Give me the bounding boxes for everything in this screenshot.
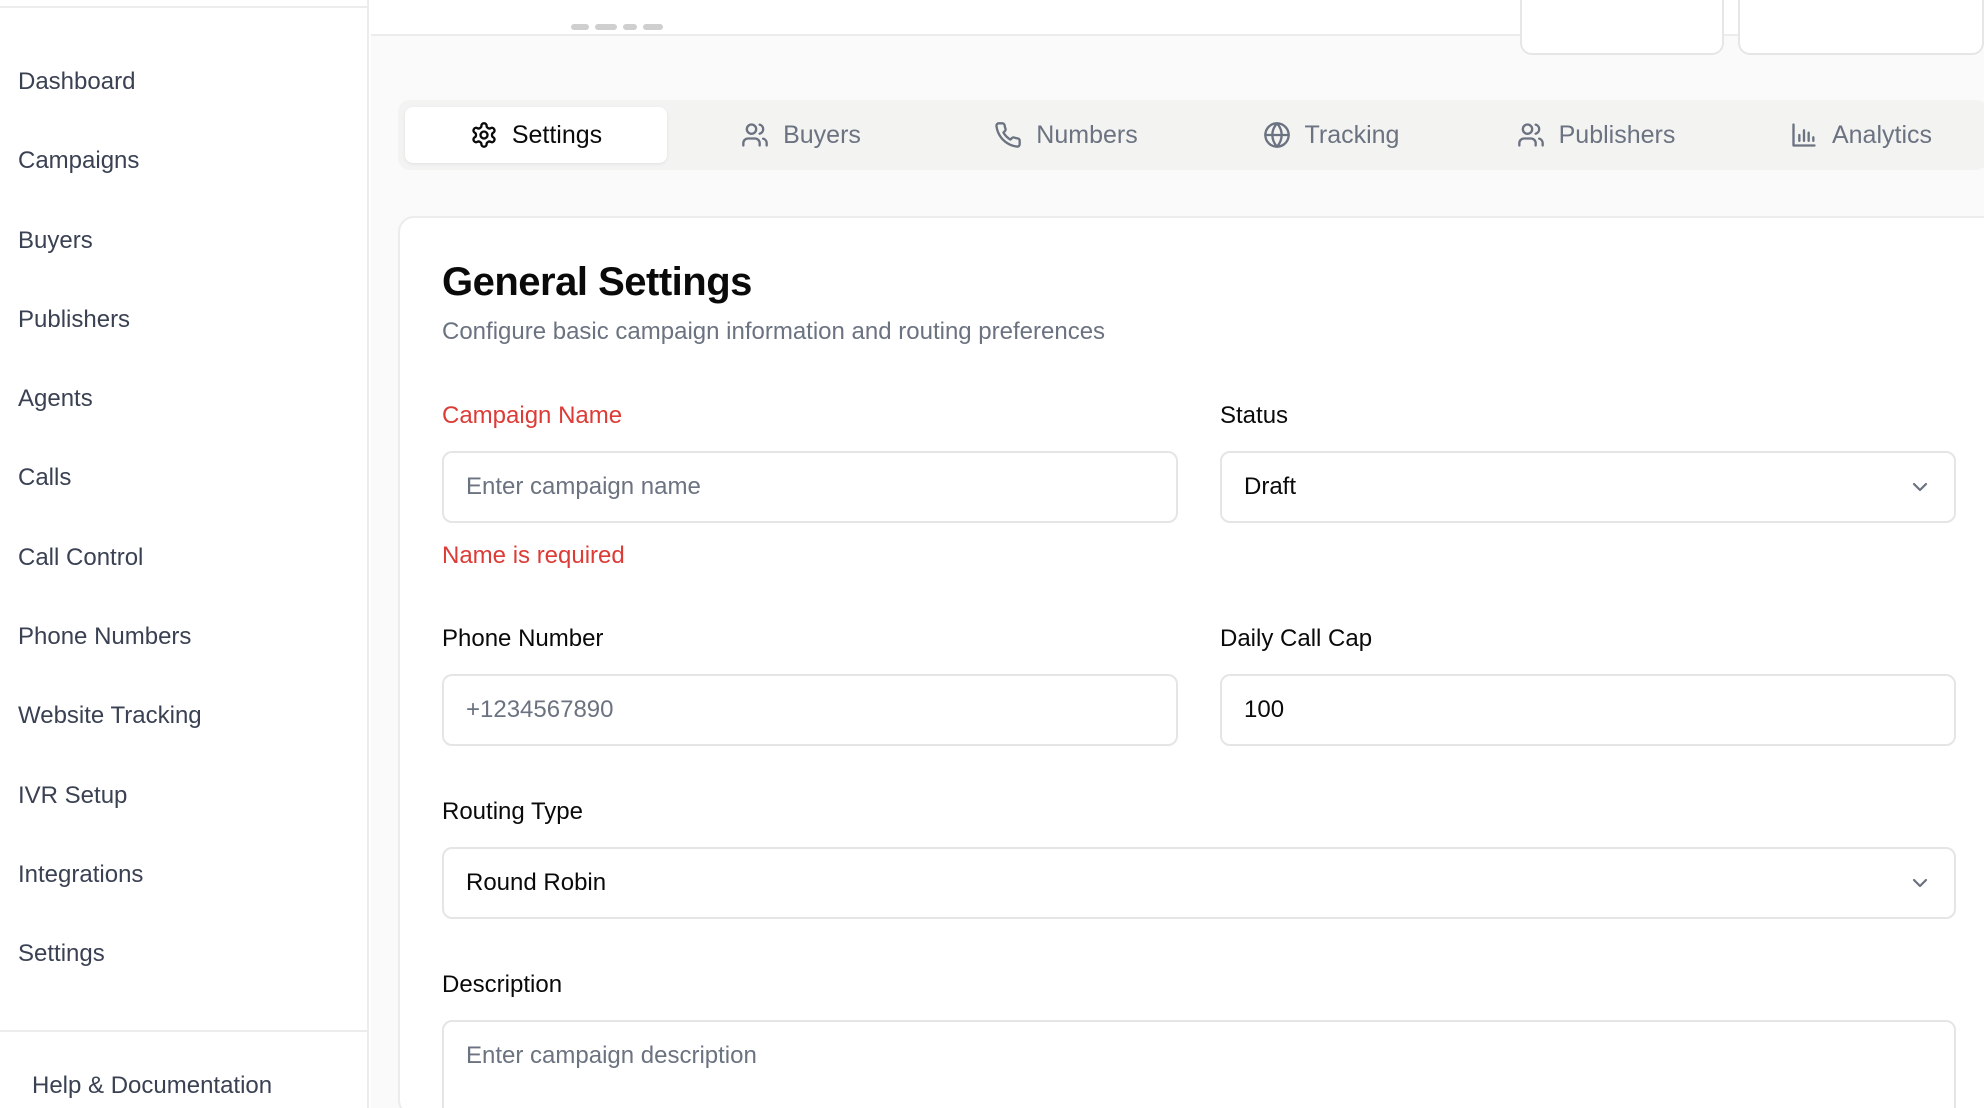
users-icon bbox=[742, 123, 768, 147]
description-field[interactable] bbox=[442, 1020, 1956, 1108]
campaign-name-error: Name is required bbox=[442, 542, 625, 569]
phone-icon bbox=[995, 122, 1022, 148]
sidebar-item-dashboard[interactable]: Dashboard bbox=[18, 52, 348, 112]
card-subtitle: Configure basic campaign information and… bbox=[442, 318, 1106, 345]
header-action-button[interactable] bbox=[1520, 0, 1724, 55]
tab-tracking[interactable]: Tracking bbox=[1200, 107, 1462, 163]
header-subtitle-cutoff bbox=[571, 12, 711, 30]
header-primary-button[interactable] bbox=[1738, 0, 1984, 55]
sidebar-item-phone-numbers[interactable]: Phone Numbers bbox=[18, 607, 348, 667]
chevron-down-icon bbox=[1908, 475, 1932, 499]
sidebar-item-publishers[interactable]: Publishers bbox=[18, 290, 348, 350]
bar-chart-icon bbox=[1792, 123, 1816, 147]
phone-number-label: Phone Number bbox=[442, 625, 604, 652]
app-window: Dashboard Campaigns Buyers Publishers Ag… bbox=[0, 0, 1984, 1108]
sidebar-item-buyers[interactable]: Buyers bbox=[18, 211, 348, 271]
status-select[interactable]: Draft bbox=[1220, 451, 1956, 523]
tab-label: Numbers bbox=[1036, 120, 1138, 149]
sidebar-item-integrations[interactable]: Integrations bbox=[18, 845, 348, 905]
status-value: Draft bbox=[1244, 473, 1297, 500]
routing-type-label: Routing Type bbox=[442, 798, 583, 825]
users-icon bbox=[1517, 123, 1544, 147]
campaign-name-input[interactable] bbox=[466, 473, 1154, 501]
sidebar-item-settings[interactable]: Settings bbox=[18, 924, 348, 984]
tab-publishers[interactable]: Publishers bbox=[1465, 107, 1727, 163]
phone-number-input[interactable] bbox=[466, 696, 1154, 724]
tab-numbers[interactable]: Numbers bbox=[935, 107, 1197, 163]
sidebar-item-campaigns[interactable]: Campaigns bbox=[18, 131, 348, 191]
campaign-name-label: Campaign Name bbox=[442, 402, 623, 429]
tab-label: Publishers bbox=[1558, 120, 1676, 149]
sidebar-item-ivr-setup[interactable]: IVR Setup bbox=[18, 766, 348, 826]
sidebar-divider bbox=[0, 6, 369, 8]
page-header bbox=[371, 0, 1984, 55]
sidebar-item-calls[interactable]: Calls bbox=[18, 448, 348, 508]
tab-label: Buyers bbox=[783, 120, 861, 149]
routing-type-value: Round Robin bbox=[466, 869, 607, 896]
tab-buyers[interactable]: Buyers bbox=[670, 107, 932, 163]
tab-label: Analytics bbox=[1831, 120, 1933, 149]
sidebar-item-agents[interactable]: Agents bbox=[18, 369, 348, 429]
campaign-tabs: Settings Buyers Numbers Tracking Publish… bbox=[398, 100, 1984, 170]
phone-number-field[interactable] bbox=[442, 674, 1178, 746]
sidebar-footer: Help & Documentation bbox=[0, 1030, 369, 1108]
tab-label: Tracking bbox=[1304, 120, 1400, 149]
tab-analytics[interactable]: Analytics bbox=[1730, 107, 1984, 163]
tab-label: Settings bbox=[511, 120, 603, 149]
gear-icon bbox=[472, 122, 496, 148]
card-title: General Settings bbox=[442, 260, 752, 304]
help-documentation-link[interactable]: Help & Documentation bbox=[32, 1072, 272, 1100]
status-label: Status bbox=[1220, 402, 1289, 429]
description-textarea[interactable] bbox=[466, 1042, 1932, 1108]
daily-call-cap-label: Daily Call Cap bbox=[1220, 625, 1373, 652]
daily-call-cap-field[interactable] bbox=[1220, 674, 1956, 746]
daily-call-cap-input[interactable] bbox=[1244, 696, 1932, 724]
sidebar-item-call-control[interactable]: Call Control bbox=[18, 528, 348, 588]
campaign-name-field[interactable] bbox=[442, 451, 1178, 523]
sidebar: Dashboard Campaigns Buyers Publishers Ag… bbox=[0, 0, 369, 1108]
sidebar-item-website-tracking[interactable]: Website Tracking bbox=[18, 686, 348, 746]
routing-type-select[interactable]: Round Robin bbox=[442, 847, 1956, 919]
general-settings-card: General Settings Configure basic campaig… bbox=[398, 216, 1984, 1108]
description-label: Description bbox=[442, 971, 563, 998]
globe-icon bbox=[1263, 122, 1290, 148]
main-content: Settings Buyers Numbers Tracking Publish… bbox=[371, 0, 1984, 1108]
tab-settings[interactable]: Settings bbox=[405, 107, 667, 163]
chevron-down-icon bbox=[1908, 871, 1932, 895]
